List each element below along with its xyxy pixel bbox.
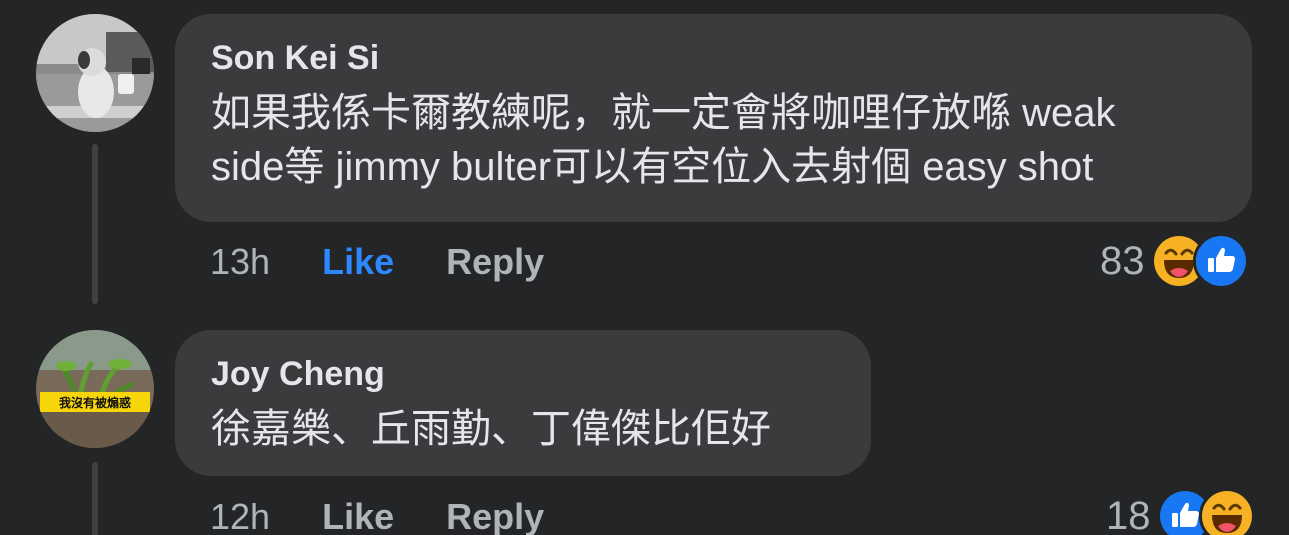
comment-actions: 13h Like Reply — [210, 241, 544, 283]
comment-bubble: Son Kei Si 如果我係卡爾教練呢，就一定會將咖哩仔放喺 weak sid… — [175, 14, 1252, 222]
like-button[interactable]: Like — [322, 241, 394, 283]
dog-photo-avatar-image — [36, 14, 154, 132]
like-icon — [1192, 233, 1249, 289]
reply-button[interactable]: Reply — [446, 496, 544, 535]
haha-icon — [1198, 488, 1255, 535]
comment-author-name[interactable]: Joy Cheng — [211, 354, 835, 394]
comments-thread: Son Kei Si 如果我係卡爾教練呢，就一定會將咖哩仔放喺 weak sid… — [0, 0, 1289, 535]
comment-bubble: Joy Cheng 徐嘉樂、丘雨勤、丁偉傑比佢好 — [175, 330, 871, 476]
comment-author-name[interactable]: Son Kei Si — [211, 38, 1216, 78]
comment-text: 徐嘉樂、丘雨勤、丁偉傑比佢好 — [211, 407, 771, 451]
thread-line — [92, 462, 98, 535]
plant-photo-avatar-image: 我沒有被煽惑 — [36, 330, 154, 448]
thread-line — [92, 144, 98, 304]
like-button[interactable]: Like — [322, 496, 394, 535]
avatar-badge-text: 我沒有被煽惑 — [59, 395, 131, 410]
comment-text: 如果我係卡爾教練呢，就一定會將咖哩仔放喺 weak side等 jimmy bu… — [211, 91, 1116, 189]
reaction-count: 83 — [1100, 238, 1145, 283]
reply-button[interactable]: Reply — [446, 241, 544, 283]
reaction-summary[interactable]: 18 — [1106, 488, 1255, 535]
comment-actions: 12h Like Reply — [210, 496, 544, 535]
comment-timestamp[interactable]: 12h — [210, 496, 270, 535]
comment-timestamp[interactable]: 13h — [210, 241, 270, 283]
avatar[interactable]: 我沒有被煽惑 — [36, 330, 154, 448]
avatar[interactable] — [36, 14, 154, 132]
reaction-summary[interactable]: 83 — [1100, 233, 1249, 289]
reaction-count: 18 — [1106, 493, 1151, 535]
